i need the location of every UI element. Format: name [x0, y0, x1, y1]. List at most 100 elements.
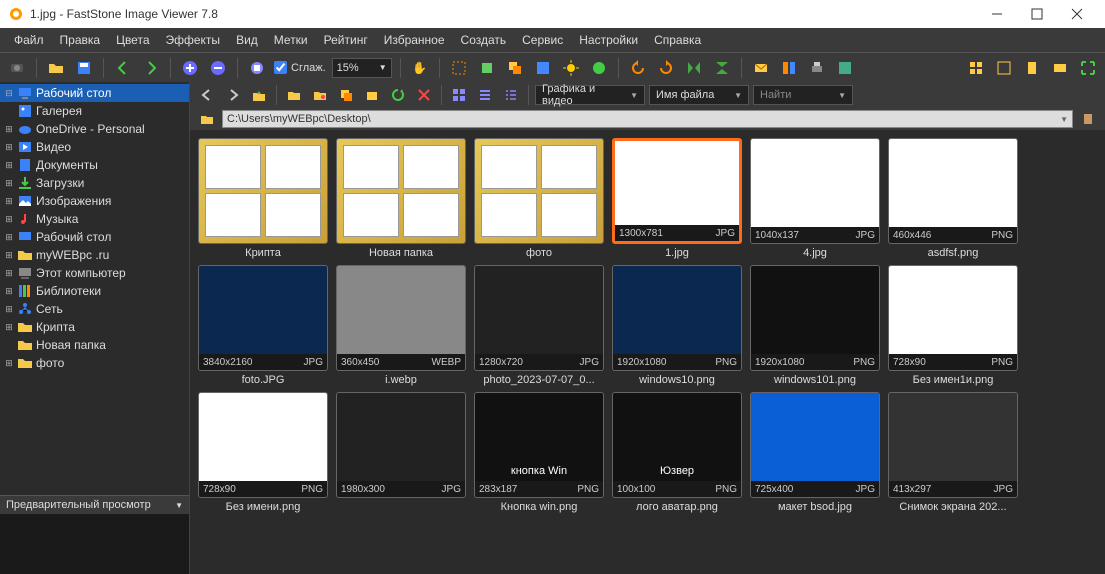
rotate-left-icon[interactable]	[627, 57, 649, 79]
brightness-icon[interactable]	[560, 57, 582, 79]
folder-thumbnail[interactable]: Новая папка	[336, 138, 466, 259]
view-icons-icon[interactable]	[448, 84, 470, 106]
tree-expand-icon[interactable]: ⊞	[4, 160, 14, 171]
tree-expand-icon[interactable]: ⊞	[4, 232, 14, 243]
file-thumbnail[interactable]: 728x90PNGБез имен1и.png	[888, 265, 1018, 386]
back-icon[interactable]	[112, 57, 134, 79]
file-thumbnail[interactable]: 460x446PNGasdfsf.png	[888, 138, 1018, 259]
file-thumbnail[interactable]: 1920x1080PNGwindows101.png	[750, 265, 880, 386]
file-thumbnail[interactable]: 1300x781JPG1.jpg	[612, 138, 742, 259]
view-thumbs-icon[interactable]	[965, 57, 987, 79]
tree-item[interactable]: ⊞myWEBpc .ru	[0, 246, 189, 264]
filter-dropdown[interactable]: Графика и видео▼	[535, 85, 645, 105]
move-icon[interactable]	[361, 84, 383, 106]
view-portrait-icon[interactable]	[1021, 57, 1043, 79]
file-thumbnail[interactable]: 728x90PNGБез имени.png	[198, 392, 328, 513]
tree-item[interactable]: ⊞Этот компьютер	[0, 264, 189, 282]
menu-файл[interactable]: Файл	[6, 30, 52, 50]
view-full-icon[interactable]	[993, 57, 1015, 79]
view-list-icon[interactable]	[474, 84, 496, 106]
tree-item[interactable]: ⊞Музыка	[0, 210, 189, 228]
file-thumbnail[interactable]: 413x297JPGСнимок экрана 202...	[888, 392, 1018, 513]
tree-item[interactable]: ⊟Рабочий стол	[0, 84, 189, 102]
menu-сервис[interactable]: Сервис	[514, 30, 571, 50]
nav-forward-icon[interactable]	[222, 84, 244, 106]
search-input[interactable]: Найти▼	[753, 85, 853, 105]
tree-item[interactable]: ⊞Сеть	[0, 300, 189, 318]
acquire-icon[interactable]	[6, 57, 28, 79]
tree-item[interactable]: Новая папка	[0, 336, 189, 354]
rotate-right-icon[interactable]	[655, 57, 677, 79]
tree-expand-icon[interactable]: ⊞	[4, 268, 14, 279]
fav-folder-icon[interactable]	[309, 84, 331, 106]
file-thumbnail[interactable]: 1920x1080PNGwindows10.png	[612, 265, 742, 386]
zoom-select[interactable]: 15%▼	[332, 58, 392, 78]
tree-item[interactable]: ⊞Загрузки	[0, 174, 189, 192]
folder-thumbnail[interactable]: Крипта	[198, 138, 328, 259]
file-thumbnail[interactable]: 1280x720JPGphoto_2023-07-07_0...	[474, 265, 604, 386]
close-button[interactable]	[1057, 0, 1097, 28]
tree-expand-icon[interactable]: ⊞	[4, 124, 14, 135]
tree-expand-icon[interactable]: ⊞	[4, 196, 14, 207]
compare-icon[interactable]	[778, 57, 800, 79]
fullscreen-icon[interactable]	[1077, 57, 1099, 79]
settings-icon[interactable]	[834, 57, 856, 79]
file-thumbnail[interactable]: кнопка Win283x187PNGКнопка win.png	[474, 392, 604, 513]
color-icon[interactable]	[588, 57, 610, 79]
save-icon[interactable]	[73, 57, 95, 79]
copy-icon[interactable]	[335, 84, 357, 106]
menu-цвета[interactable]: Цвета	[108, 30, 157, 50]
print-icon[interactable]	[806, 57, 828, 79]
tree-item[interactable]: ⊞Видео	[0, 138, 189, 156]
view-dual-icon[interactable]	[1049, 57, 1071, 79]
tree-expand-icon[interactable]: ⊞	[4, 214, 14, 225]
tree-item[interactable]: ⊞OneDrive - Personal	[0, 120, 189, 138]
open-folder-icon[interactable]	[45, 57, 67, 79]
tree-expand-icon[interactable]: ⊞	[4, 358, 14, 369]
up-folder-icon[interactable]	[248, 84, 270, 106]
menu-правка[interactable]: Правка	[52, 30, 109, 50]
minimize-button[interactable]	[977, 0, 1017, 28]
flip-v-icon[interactable]	[711, 57, 733, 79]
file-thumbnail[interactable]: 1980x300JPG	[336, 392, 466, 513]
menu-настройки[interactable]: Настройки	[571, 30, 646, 50]
menu-эффекты[interactable]: Эффекты	[158, 30, 229, 50]
menu-рейтинг[interactable]: Рейтинг	[316, 30, 376, 50]
menu-избранное[interactable]: Избранное	[376, 30, 453, 50]
tree-expand-icon[interactable]: ⊞	[4, 322, 14, 333]
fit-icon[interactable]	[246, 57, 268, 79]
tree-item[interactable]: ⊞Документы	[0, 156, 189, 174]
maximize-button[interactable]	[1017, 0, 1057, 28]
tree-item[interactable]: ⊞Крипта	[0, 318, 189, 336]
nav-back-icon[interactable]	[196, 84, 218, 106]
tree-item[interactable]: ⊞Библиотеки	[0, 282, 189, 300]
canvas-icon[interactable]	[532, 57, 554, 79]
menu-создать[interactable]: Создать	[453, 30, 515, 50]
sort-dropdown[interactable]: Имя файла▼	[649, 85, 749, 105]
path-input[interactable]: C:\Users\myWEBpc\Desktop\▼	[222, 110, 1073, 128]
flip-h-icon[interactable]	[683, 57, 705, 79]
menu-метки[interactable]: Метки	[266, 30, 316, 50]
tree-expand-icon[interactable]: ⊞	[4, 142, 14, 153]
resize-icon[interactable]	[504, 57, 526, 79]
file-thumbnail[interactable]: 725x400JPGмакет bsod.jpg	[750, 392, 880, 513]
view-detail-icon[interactable]	[500, 84, 522, 106]
email-icon[interactable]	[750, 57, 772, 79]
tree-expand-icon[interactable]: ⊞	[4, 178, 14, 189]
delete-icon[interactable]	[413, 84, 435, 106]
select-icon[interactable]	[448, 57, 470, 79]
tree-item[interactable]: ⊞Рабочий стол	[0, 228, 189, 246]
folder-thumbnail[interactable]: фото	[474, 138, 604, 259]
tree-item[interactable]: ⊞Изображения	[0, 192, 189, 210]
refresh-icon[interactable]	[387, 84, 409, 106]
file-thumbnail[interactable]: Юзвер100x100PNGлого аватар.png	[612, 392, 742, 513]
preview-header[interactable]: Предварительный просмотр ▼	[0, 495, 189, 514]
new-folder-icon[interactable]	[283, 84, 305, 106]
zoom-out-icon[interactable]	[207, 57, 229, 79]
tree-expand-icon[interactable]: ⊞	[4, 304, 14, 315]
tree-expand-icon[interactable]: ⊞	[4, 286, 14, 297]
file-thumbnail[interactable]: 1040x137JPG4.jpg	[750, 138, 880, 259]
hand-icon[interactable]: ✋	[409, 57, 431, 79]
tree-expand-icon[interactable]: ⊞	[4, 250, 14, 261]
crop-icon[interactable]	[476, 57, 498, 79]
